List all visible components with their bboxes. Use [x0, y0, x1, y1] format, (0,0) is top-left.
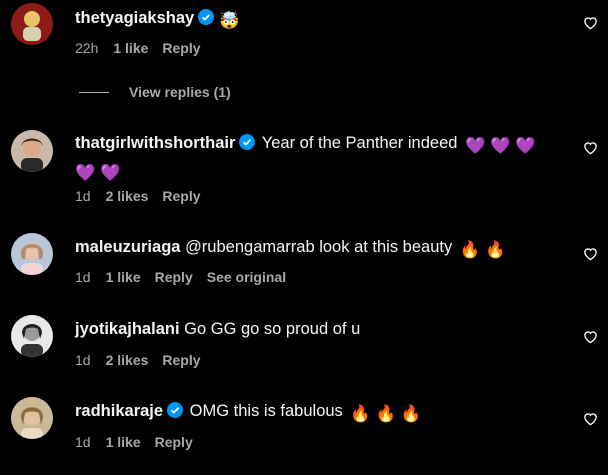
like-heart-icon[interactable] — [583, 16, 598, 30]
comment-text: OMG this is fabulous — [189, 402, 343, 420]
comment-meta: 1d 1 like Reply — [75, 434, 207, 450]
comment-meta: 1d 2 likes Reply — [75, 352, 215, 368]
like-heart-icon[interactable] — [583, 330, 598, 344]
comment-time[interactable]: 1d — [75, 269, 91, 285]
verified-badge-icon — [239, 134, 256, 150]
reply-button[interactable]: Reply — [155, 434, 193, 450]
comment-emoji-line2: 💜 💜 — [75, 164, 121, 182]
view-replies-button[interactable]: View replies (1) — [79, 84, 231, 100]
reply-button[interactable]: Reply — [162, 352, 200, 368]
comment-time[interactable]: 1d — [75, 434, 91, 450]
comment-emoji: 🔥 🔥 🔥 — [350, 405, 422, 423]
comment-emoji: 💜 💜 💜 — [465, 137, 536, 155]
like-heart-icon[interactable] — [583, 141, 598, 155]
comment-line: maleuzuriaga @rubengamarrab look at this… — [75, 235, 568, 262]
comment-meta: 1d 1 like Reply See original — [75, 269, 300, 285]
comment-line: radhikaraje OMG this is fabulous 🔥 🔥 🔥 — [75, 399, 568, 426]
comment-text: Go GG go so proud of u — [184, 320, 361, 338]
comment-text: @rubengamarrab look at this beauty — [185, 238, 453, 256]
verified-badge-icon — [198, 9, 215, 25]
reply-button[interactable]: Reply — [162, 188, 200, 204]
avatar[interactable] — [11, 130, 53, 172]
comment-username[interactable]: jyotikajhalani — [75, 320, 180, 338]
comment-line: jyotikajhalani Go GG go so proud of u — [75, 317, 568, 341]
comment-emoji: 🤯 — [219, 12, 240, 30]
verified-badge-icon — [167, 402, 184, 418]
view-replies-label: View replies (1) — [129, 84, 231, 100]
avatar[interactable] — [11, 315, 53, 357]
comment-username[interactable]: maleuzuriaga — [75, 238, 180, 256]
see-original-button[interactable]: See original — [207, 269, 286, 285]
comment-line: thatgirlwithshorthair Year of the Panthe… — [75, 131, 568, 185]
reply-button[interactable]: Reply — [155, 269, 193, 285]
comment-time[interactable]: 22h — [75, 40, 98, 56]
comment-username[interactable]: thetyagiakshay — [75, 9, 194, 27]
comment-meta: 1d 2 likes Reply — [75, 188, 215, 204]
like-heart-icon[interactable] — [583, 247, 598, 261]
comment-likes[interactable]: 1 like — [106, 269, 141, 285]
avatar[interactable] — [11, 3, 53, 45]
avatar[interactable] — [11, 397, 53, 439]
comment-likes[interactable]: 2 likes — [106, 188, 149, 204]
comment-likes[interactable]: 2 likes — [106, 352, 149, 368]
comment-likes[interactable]: 1 like — [106, 434, 141, 450]
like-heart-icon[interactable] — [583, 412, 598, 426]
comment-meta: 22h 1 like Reply — [75, 40, 215, 56]
reply-button[interactable]: Reply — [162, 40, 200, 56]
comment-text: Year of the Panther indeed — [261, 134, 458, 152]
comment-emoji: 🔥 🔥 — [459, 241, 506, 259]
comment-likes[interactable]: 1 like — [113, 40, 148, 56]
comment-username[interactable]: thatgirlwithshorthair — [75, 134, 235, 152]
avatar[interactable] — [11, 233, 53, 275]
replies-divider — [79, 91, 109, 93]
comment-time[interactable]: 1d — [75, 352, 91, 368]
comment-time[interactable]: 1d — [75, 188, 91, 204]
comment-username[interactable]: radhikaraje — [75, 402, 163, 420]
comment-line: thetyagiakshay 🤯 — [75, 6, 568, 33]
